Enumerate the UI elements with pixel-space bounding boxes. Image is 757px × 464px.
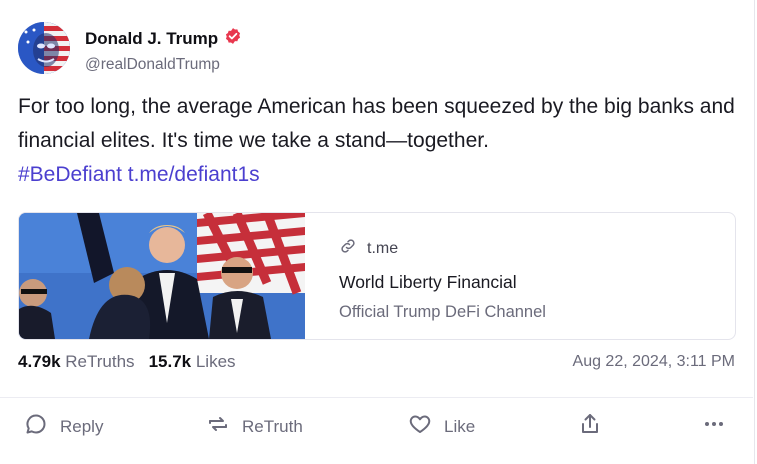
- retruths-count: 4.79k: [18, 352, 61, 371]
- external-link[interactable]: t.me/defiant1s: [128, 163, 260, 186]
- like-label: Like: [444, 416, 476, 436]
- likes-label: Likes: [195, 352, 236, 371]
- post-timestamp[interactable]: Aug 22, 2024, 3:11 PM: [573, 353, 735, 371]
- heart-icon: [408, 412, 444, 441]
- reply-button[interactable]: Reply: [24, 412, 103, 441]
- card-domain: t.me: [367, 239, 399, 257]
- post-text: For too long, the average American has b…: [18, 95, 735, 152]
- post-stats: 4.79k ReTruths 15.7k Likes: [18, 352, 250, 372]
- card-description: Official Trump DeFi Channel: [339, 303, 546, 321]
- retruth-button[interactable]: ReTruth: [206, 412, 303, 441]
- post-body: For too long, the average American has b…: [18, 90, 738, 192]
- retruth-icon: [206, 412, 242, 441]
- link-preview-image: [19, 213, 305, 339]
- reply-label: Reply: [60, 416, 104, 436]
- retruths-label: ReTruths: [65, 352, 135, 371]
- likes-stat[interactable]: 15.7k Likes: [149, 352, 236, 372]
- action-bar: Reply ReTruth Like: [0, 412, 757, 446]
- post-header: Donald J. Trump @realDonaldTrump: [18, 22, 242, 74]
- retruths-stat[interactable]: 4.79k ReTruths: [18, 352, 135, 372]
- like-button[interactable]: Like: [408, 412, 475, 441]
- reply-icon: [24, 412, 60, 441]
- more-options-button[interactable]: [702, 412, 726, 441]
- link-preview-card[interactable]: t.me World Liberty Financial Official Tr…: [18, 212, 736, 340]
- link-icon: [339, 237, 367, 260]
- divider: [0, 397, 753, 398]
- display-name[interactable]: Donald J. Trump: [85, 29, 218, 49]
- verified-badge-icon: [218, 27, 242, 50]
- handle[interactable]: @realDonaldTrump: [85, 56, 242, 74]
- hashtag-link[interactable]: #BeDefiant: [18, 163, 122, 186]
- avatar[interactable]: [18, 22, 70, 74]
- retruth-label: ReTruth: [242, 416, 303, 436]
- share-icon: [578, 412, 602, 441]
- likes-count: 15.7k: [148, 352, 192, 371]
- more-dots-icon: [702, 412, 726, 441]
- card-title: World Liberty Financial: [339, 272, 517, 292]
- right-border: [754, 0, 755, 464]
- share-button[interactable]: [578, 412, 602, 441]
